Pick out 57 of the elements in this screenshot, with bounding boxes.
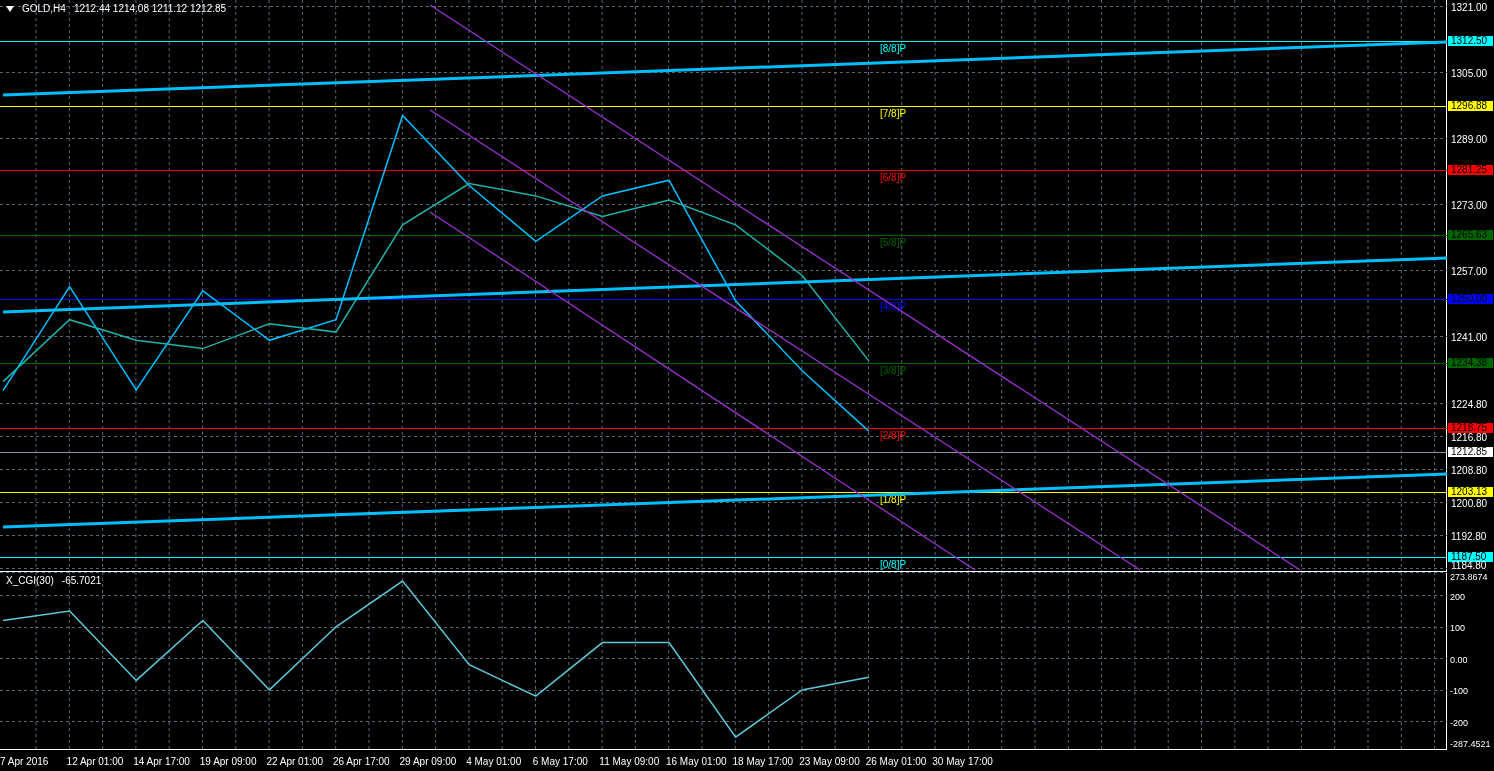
axis-label: 200 — [1450, 591, 1466, 602]
axis-label: 1192.80 — [1451, 531, 1487, 542]
price-tag: 1218.75 — [1448, 423, 1493, 433]
axis-label: 1200.80 — [1451, 498, 1488, 509]
axis-label: 273.8674 — [1450, 572, 1488, 582]
level-label: [3/8]P — [880, 364, 907, 376]
level-label: [6/8]P — [880, 171, 907, 183]
time-label: 26 Apr 17:00 — [332, 755, 391, 769]
axis-label: 1321.00 — [1451, 2, 1488, 13]
chart-title: GOLD,H4 — [22, 3, 66, 14]
level-label: [5/8]P — [880, 236, 907, 248]
axis-label: -100 — [1450, 686, 1468, 697]
time-label: 22 Apr 01:00 — [266, 755, 325, 769]
axis-label: -200 — [1450, 717, 1468, 728]
price-tag: 1265.63 — [1448, 229, 1493, 240]
time-label: 11 May 09:00 — [599, 755, 661, 769]
axis-label: 1257.00 — [1451, 266, 1488, 277]
time-label: 26 May 01:00 — [865, 755, 928, 769]
axis-label: 1224.80 — [1451, 399, 1488, 410]
level-label: [2/8]P — [880, 429, 907, 441]
indicator-title: X_CGI(30) — [6, 575, 54, 586]
indicator-value: -65.7021 — [61, 575, 102, 586]
axis-label: 1208.80 — [1451, 465, 1488, 476]
price-tag: 1281.25 — [1448, 165, 1493, 176]
price-quote: 1212.44 1214.08 1211.12 1212.85 — [73, 3, 227, 14]
price-tag: 1250.00 — [1448, 294, 1493, 305]
level-label: [1/8]P — [880, 493, 907, 505]
dropdown-triangle-icon[interactable] — [6, 5, 14, 12]
level-label: [0/8]P — [880, 558, 907, 570]
axis-label: 100 — [1450, 623, 1466, 634]
time-label: 14 Apr 17:00 — [133, 755, 191, 769]
axis-label: -287.4521 — [1450, 739, 1491, 749]
time-label: 12 Apr 01:00 — [66, 755, 125, 769]
level-label: [7/8]P — [880, 107, 907, 119]
axis-label: 1273.00 — [1451, 200, 1488, 211]
time-label: 18 May 17:00 — [732, 755, 795, 769]
price-tag: 1203.13 — [1448, 487, 1493, 498]
price-tag: 1296.88 — [1448, 100, 1493, 111]
axis-label: 1241.00 — [1451, 332, 1488, 343]
level-label: [8/8]P — [880, 42, 907, 54]
time-label: 4 May 01:00 — [466, 755, 523, 769]
axis-label: 0.00 — [1450, 654, 1468, 665]
axis-label: 1184.80 — [1451, 561, 1487, 571]
time-label: 30 May 17:00 — [932, 755, 994, 769]
time-label: 16 May 01:00 — [665, 755, 728, 769]
price-tag: 1212.85 — [1448, 447, 1493, 458]
price-tag: 1187.50 — [1448, 551, 1493, 562]
time-label: 6 May 17:00 — [532, 755, 589, 769]
time-label: 19 Apr 09:00 — [199, 755, 258, 769]
time-label: 29 Apr 09:00 — [399, 755, 458, 769]
time-label: 23 May 09:00 — [799, 755, 861, 769]
price-tag: 1234.38 — [1448, 358, 1493, 369]
axis-label: 1216.80 — [1451, 432, 1488, 443]
axis-label: 1305.00 — [1451, 68, 1488, 79]
time-label: 7 Apr 2016 — [0, 755, 50, 769]
axis-label: 1289.00 — [1451, 134, 1488, 145]
price-tag: 1312.50 — [1448, 36, 1493, 47]
